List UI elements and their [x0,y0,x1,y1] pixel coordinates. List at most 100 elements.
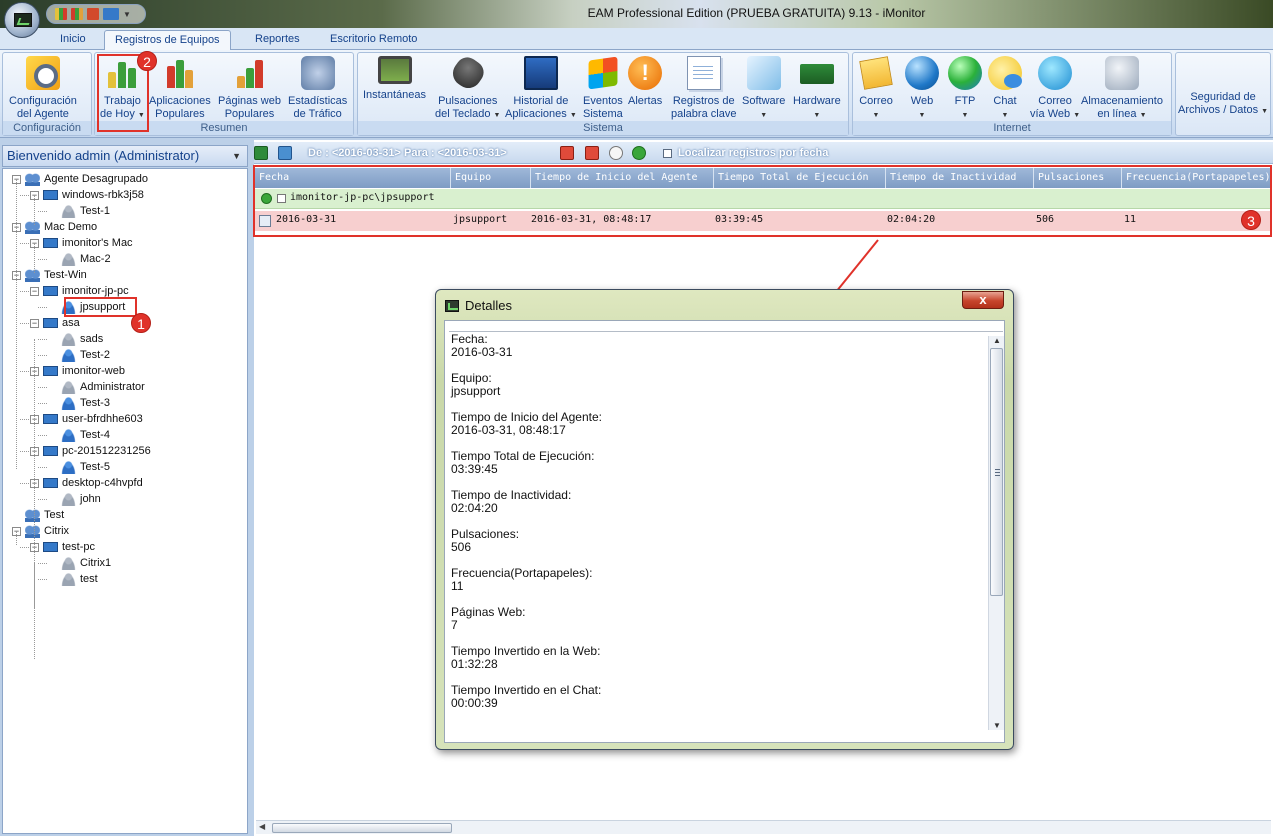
calendar-from-icon[interactable] [560,146,574,160]
tree-node-label: Test [44,509,65,521]
tree-node[interactable]: − Agente Desagrupado [12,171,148,187]
tree-node[interactable]: − Citrix [12,523,69,539]
tree-node-label: Administrator [80,381,145,393]
ftp-button[interactable]: FTP ▼ [948,56,982,122]
paginas-web-populares-button[interactable]: Páginas web Populares [218,56,281,121]
pulsaciones-teclado-button[interactable]: Pulsaciones del Teclado ▼ [435,52,500,122]
correo-button[interactable]: Correo ▼ [859,56,893,122]
computer-icon [43,318,58,329]
estadisticas-trafico-button[interactable]: Estadísticas de Tráfico [288,56,347,121]
computer-icon [43,190,58,201]
tree-node[interactable]: Test-3 [48,395,110,411]
tree-node[interactable]: − Mac Demo [12,219,97,235]
user-icon [61,428,76,442]
eventos-sistema-button[interactable]: Eventos Sistema [583,56,623,121]
grip-icon [995,469,1000,476]
software-button[interactable]: Software ▼ [742,56,785,122]
almacenamiento-en-linea-button[interactable]: Almacenamiento en línea ▼ [1081,56,1163,122]
chevron-down-icon[interactable]: ▼ [232,146,241,166]
tree-node[interactable]: − user-bfrdhhe603 [30,411,143,427]
dialog-title: Detalles [465,298,512,313]
chat-button[interactable]: Chat ▼ [988,56,1022,122]
locate-by-date-checkbox[interactable] [663,149,672,158]
windows-logo-icon [588,56,618,90]
detail-value: 03:39:45 [451,462,498,476]
alertas-button[interactable]: ! Alertas [628,56,662,108]
hardware-button[interactable]: Hardware ▼ [793,56,841,122]
detail-value: 02:04:20 [451,501,498,515]
tab-reportes[interactable]: Reportes [245,30,310,50]
scroll-up-icon[interactable]: ▲ [993,336,1001,345]
refresh-icon[interactable] [632,146,646,160]
tree-node-label: user-bfrdhhe603 [62,413,143,425]
scroll-thumb[interactable] [272,823,452,833]
web-button[interactable]: Web ▼ [905,56,939,122]
tree-node[interactable]: Test-1 [48,203,110,219]
scroll-left-icon[interactable]: ◀ [259,822,265,831]
tree-node[interactable]: − windows-rbk3j58 [30,187,144,203]
welcome-header[interactable]: Bienvenido admin (Administrator) ▼ [2,145,248,167]
export-excel-icon[interactable] [254,146,268,160]
tree-node[interactable]: Administrator [48,379,145,395]
detail-value: jpsupport [451,384,501,398]
tree-node[interactable]: test [48,571,98,587]
instantaneas-button[interactable]: Instantáneas [363,56,426,102]
tree-node[interactable]: Test-4 [48,427,110,443]
tree-node-label: asa [62,317,80,329]
left-panel: Bienvenido admin (Administrator) ▼ − Agen… [0,140,250,836]
tree-node[interactable]: Test-5 [48,459,110,475]
tree-node[interactable]: − asa [30,315,80,331]
tree-node[interactable]: john [48,491,101,507]
tab-registros-de-equipos[interactable]: Registros de Equipos [104,30,231,50]
scroll-thumb[interactable] [990,348,1003,596]
config-agent-button[interactable]: Configuración del Agente [9,56,77,121]
tree-node[interactable]: − Test-Win [12,267,87,283]
scroll-down-icon[interactable]: ▼ [993,721,1001,730]
detail-value: 2016-03-31, 08:48:17 [451,423,566,437]
storage-icon [1104,56,1139,90]
tree-node[interactable]: − pc-201512231256 [30,443,151,459]
tree-node[interactable]: Test [12,507,64,523]
hardware-board-icon [799,64,834,84]
tree-node[interactable]: − test-pc [30,539,95,555]
tree-node[interactable]: Test-2 [48,347,110,363]
correo-via-web-button[interactable]: Correo vía Web ▼ [1030,56,1080,122]
globe-icon [905,56,939,90]
callout-badge-3: 3 [1241,210,1261,230]
detail-field: Equipo: jpsupport [451,372,981,398]
collapse-icon[interactable]: − [30,318,39,328]
historial-aplicaciones-button[interactable]: Historial de Aplicaciones ▼ [505,56,577,122]
details-text[interactable]: Fecha: 2016-03-31 Equipo: jpsupport Tiempo d… [451,333,981,723]
tree-node[interactable]: Citrix1 [48,555,111,571]
group-internet: Correo ▼ Web ▼ FTP ▼ Chat ▼ Correo vía W… [852,52,1172,136]
keyword-log-icon [686,56,721,90]
tab-escritorio-remoto[interactable]: Escritorio Remoto [320,30,427,50]
group-configuracion: Configuración del Agente Configuración [2,52,92,136]
export-icon[interactable] [278,146,292,160]
tab-inicio[interactable]: Inicio [50,30,96,50]
colored-bars-icon [163,56,197,90]
seguridad-archivos-button[interactable]: Seguridad de Archivos / Datos ▼ [1178,91,1268,118]
detail-label: Frecuencia(Portapapeles): [451,566,593,580]
tree-node[interactable]: sads [48,331,103,347]
tree-node[interactable]: − desktop-c4hvpfd [30,475,143,491]
tree-node[interactable]: Mac-2 [48,251,111,267]
tree-node[interactable]: − imonitor-web [30,363,125,379]
tree-node[interactable]: − imonitor's Mac [30,235,133,251]
collapse-icon[interactable]: − [30,286,39,296]
group-seguridad: Seguridad de Archivos / Datos ▼ [1175,52,1271,136]
group-label-sistema: Sistema [358,121,848,135]
mail-icon [859,56,893,90]
settings-icon [25,56,60,90]
close-button[interactable]: x [962,291,1004,309]
clock-icon[interactable] [609,146,623,160]
horizontal-scrollbar[interactable]: ◀ [256,820,1271,834]
date-toolbar: De : <2016-03-31> Para : <2016-03-31> Lo… [254,142,1273,164]
app-menu-button[interactable] [4,2,40,38]
locate-by-date-label: Localizar registros por fecha [678,147,829,159]
computer-icon [43,414,58,425]
calendar-to-icon[interactable] [585,146,599,160]
vertical-scrollbar[interactable]: ▲ ▼ [988,336,1004,730]
registros-palabra-clave-button[interactable]: Registros de palabra clave [671,56,736,121]
aplicaciones-populares-button[interactable]: Aplicaciones Populares [149,56,211,121]
